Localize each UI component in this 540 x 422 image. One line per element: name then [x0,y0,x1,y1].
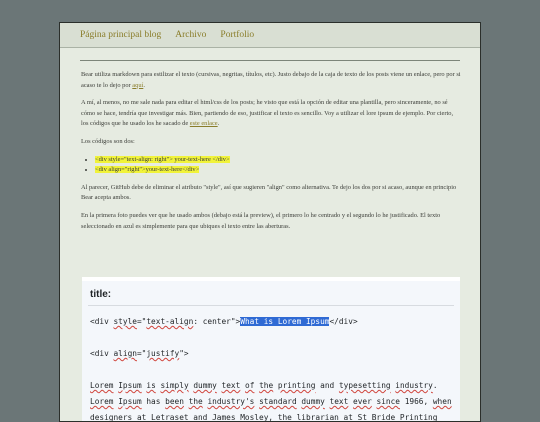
source-link[interactable]: este enlace [190,120,218,127]
code-token: style [113,317,137,326]
editor-title: title: [90,289,112,300]
paragraph-2: A mí, al menos, no me sale nada para edi… [81,98,461,130]
code-token: typesetting [338,381,391,390]
code-token: is [146,381,156,390]
paragraph-1: Bear utiliza markdown para estilizar el … [81,70,461,91]
code-token: and [315,381,339,390]
nav-divider [80,60,460,61]
top-nav: Página principal blog Archivo Portfolio [60,23,480,48]
paragraph-5: En la primera foto puedes ver que he usa… [81,211,441,230]
paragraph-3: Los códigos son dos: [81,137,135,145]
code-token: Ipsum [118,381,142,390]
code-token: industry [395,381,433,390]
code-token: the [259,381,274,390]
code-line-5: designers at Letraset and James Mosley, … [90,413,438,422]
highlighted-code: <div style="text-align: right"> your-tex… [95,155,230,163]
selected-text: What is Lorem Ipsum [240,317,330,326]
code-token: the [277,413,292,422]
code-token: Letraset [151,413,189,422]
code-token: and James Mosley, [188,413,278,422]
code-token: =" [136,317,147,326]
editor-screenshot: title: <div style="text-align: center">W… [82,277,460,422]
code-token: : center"> [193,317,241,326]
code-token: simply [160,381,189,390]
code-token: of [245,381,255,390]
nav-portfolio-link[interactable]: Portfolio [220,30,254,40]
code-token: St [357,413,368,422]
code-token: at [132,413,152,422]
code-token: Lorem [90,381,114,390]
code-token: <div [90,317,114,326]
code-token: printing [277,381,316,390]
nav-home-link[interactable]: Página principal blog [80,30,161,40]
code-token: librarian [296,413,339,422]
code-token: text-align [146,317,194,326]
paragraph-text: A mí, al menos, no me sale nada para edi… [81,99,454,128]
highlighted-code: <div align="right">your-text-here</div> [95,166,200,174]
code-token: at [338,413,358,422]
code-token: . [432,381,438,390]
punct: . [143,81,145,89]
list-item: <div style="text-align: right"> your-tex… [95,155,461,166]
code-token: dummy [193,381,217,390]
nav-archive-link[interactable]: Archivo [175,30,206,40]
code-line-1: <div style="text-align: center">What is … [90,317,358,326]
code-line-2: <div align="justify"> [90,349,189,358]
code-token: align [113,349,137,358]
code-token: text [221,381,241,390]
paragraph-4: Al parecer, GitHub debe de eliminar el a… [81,183,457,202]
code-token: <div [90,349,114,358]
post-body: Bear utiliza markdown para estilizar el … [81,70,461,239]
punct: . [217,120,220,128]
editor-divider [88,305,454,306]
list-item: <div align="right">your-text-here</div> [95,165,461,176]
blog-page: Página principal blog Archivo Portfolio … [59,22,481,422]
code-token: justify [146,349,180,358]
code-token: designers [90,413,133,422]
here-link[interactable]: aquí [132,82,143,89]
code-line-3: Lorem Ipsum is simply dummy text of the … [90,381,438,390]
code-token: "> [179,349,189,358]
code-token: Bride [367,413,400,422]
code-token: </div> [329,317,358,326]
code-list: <div style="text-align: right"> your-tex… [81,155,461,176]
code-token: Printing [399,413,438,422]
code-token: =" [136,349,147,358]
